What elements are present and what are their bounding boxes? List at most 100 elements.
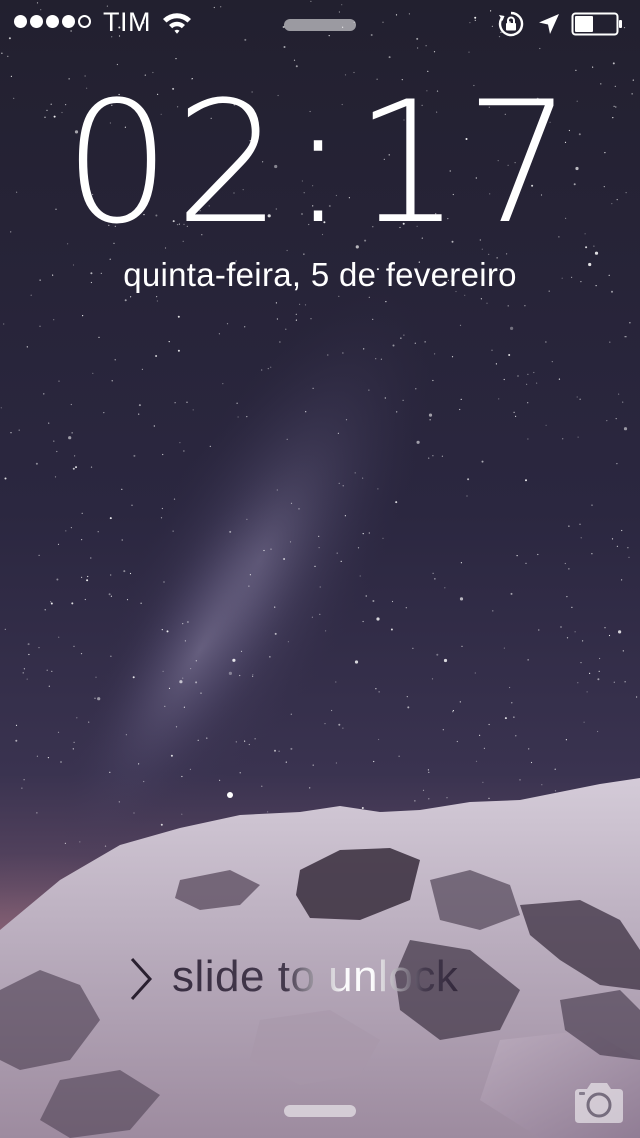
star bbox=[396, 411, 398, 413]
star bbox=[597, 678, 600, 681]
star bbox=[510, 592, 513, 595]
star bbox=[286, 438, 288, 440]
star bbox=[22, 672, 24, 674]
star bbox=[0, 407, 2, 409]
star bbox=[109, 517, 112, 520]
star bbox=[312, 387, 314, 389]
star bbox=[97, 531, 99, 533]
star bbox=[372, 600, 375, 602]
star bbox=[81, 512, 83, 514]
star bbox=[375, 358, 377, 360]
star bbox=[72, 467, 75, 470]
star bbox=[181, 813, 183, 815]
star bbox=[554, 768, 556, 770]
star bbox=[232, 658, 236, 662]
star bbox=[249, 574, 251, 576]
star bbox=[613, 681, 615, 683]
star bbox=[226, 323, 229, 325]
star bbox=[527, 438, 529, 440]
star bbox=[38, 647, 40, 649]
star bbox=[304, 304, 307, 306]
star bbox=[267, 811, 269, 813]
star bbox=[362, 533, 364, 535]
star bbox=[442, 729, 444, 731]
star bbox=[48, 685, 50, 687]
notification-center-grabber[interactable] bbox=[284, 19, 356, 31]
star bbox=[118, 801, 120, 803]
star bbox=[618, 630, 622, 634]
slide-to-unlock-label: slide to unlock bbox=[172, 952, 459, 1001]
star bbox=[84, 598, 86, 601]
star bbox=[354, 472, 356, 474]
star bbox=[560, 626, 562, 628]
star bbox=[513, 716, 515, 718]
star bbox=[274, 632, 277, 635]
camera-icon[interactable] bbox=[571, 1079, 627, 1127]
star bbox=[338, 482, 340, 484]
star bbox=[376, 617, 380, 621]
star bbox=[39, 325, 41, 327]
star bbox=[627, 547, 629, 549]
star bbox=[319, 613, 321, 616]
star bbox=[73, 741, 75, 744]
star bbox=[285, 328, 287, 330]
star bbox=[186, 621, 189, 623]
star bbox=[474, 672, 476, 674]
star bbox=[88, 721, 90, 723]
star bbox=[57, 543, 60, 546]
slide-to-unlock-control[interactable]: slide to unlock bbox=[128, 950, 528, 1010]
star bbox=[64, 842, 66, 845]
signal-dot bbox=[46, 15, 59, 28]
star bbox=[164, 705, 166, 708]
star bbox=[362, 477, 364, 479]
star bbox=[160, 517, 163, 519]
star bbox=[82, 315, 84, 317]
orientation-lock-icon bbox=[498, 11, 524, 37]
star bbox=[4, 477, 7, 480]
star bbox=[615, 418, 617, 420]
star bbox=[517, 375, 519, 377]
star bbox=[433, 51, 436, 53]
star bbox=[155, 355, 158, 357]
star bbox=[577, 682, 579, 684]
star bbox=[54, 476, 57, 478]
star bbox=[363, 348, 365, 350]
star bbox=[254, 738, 256, 740]
star bbox=[344, 515, 346, 517]
star bbox=[228, 671, 232, 676]
star bbox=[385, 301, 387, 303]
star bbox=[51, 670, 53, 673]
star bbox=[121, 488, 123, 490]
star bbox=[184, 640, 186, 642]
star bbox=[510, 326, 514, 330]
wifi-icon bbox=[163, 13, 191, 34]
star bbox=[189, 768, 191, 771]
star bbox=[365, 595, 367, 597]
star bbox=[568, 525, 570, 527]
star bbox=[186, 401, 188, 403]
star bbox=[35, 462, 38, 465]
star bbox=[368, 296, 370, 298]
star bbox=[524, 305, 526, 307]
signal-dot bbox=[78, 15, 91, 28]
star bbox=[156, 296, 158, 298]
star bbox=[71, 432, 73, 434]
star bbox=[335, 681, 337, 683]
star bbox=[174, 402, 176, 404]
star bbox=[340, 560, 342, 563]
star bbox=[431, 678, 434, 680]
star bbox=[345, 419, 348, 421]
star bbox=[591, 504, 593, 506]
star bbox=[551, 361, 553, 363]
star bbox=[179, 680, 183, 684]
star bbox=[290, 502, 293, 504]
star bbox=[111, 380, 113, 382]
star bbox=[98, 336, 100, 338]
star bbox=[414, 800, 416, 802]
star bbox=[57, 731, 60, 733]
star bbox=[525, 479, 527, 482]
star bbox=[335, 762, 337, 764]
star bbox=[428, 457, 430, 459]
star bbox=[229, 530, 232, 533]
control-center-grabber[interactable] bbox=[284, 1105, 356, 1117]
